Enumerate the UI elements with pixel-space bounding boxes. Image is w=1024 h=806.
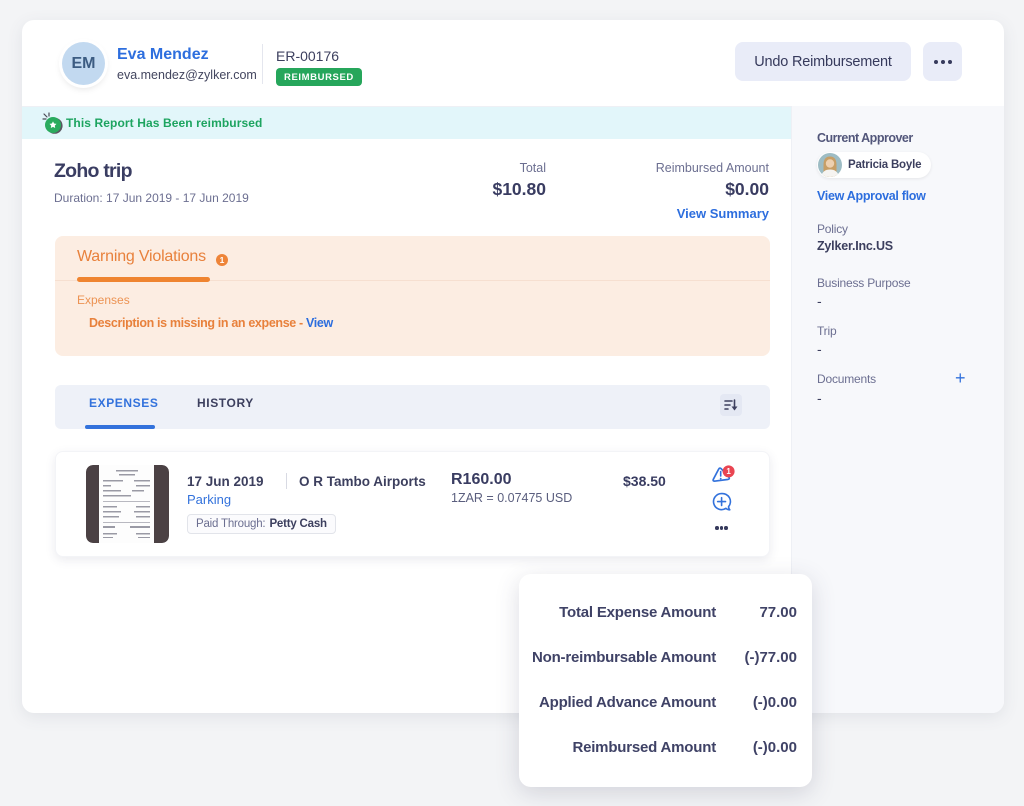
- svg-text:1: 1: [726, 467, 731, 476]
